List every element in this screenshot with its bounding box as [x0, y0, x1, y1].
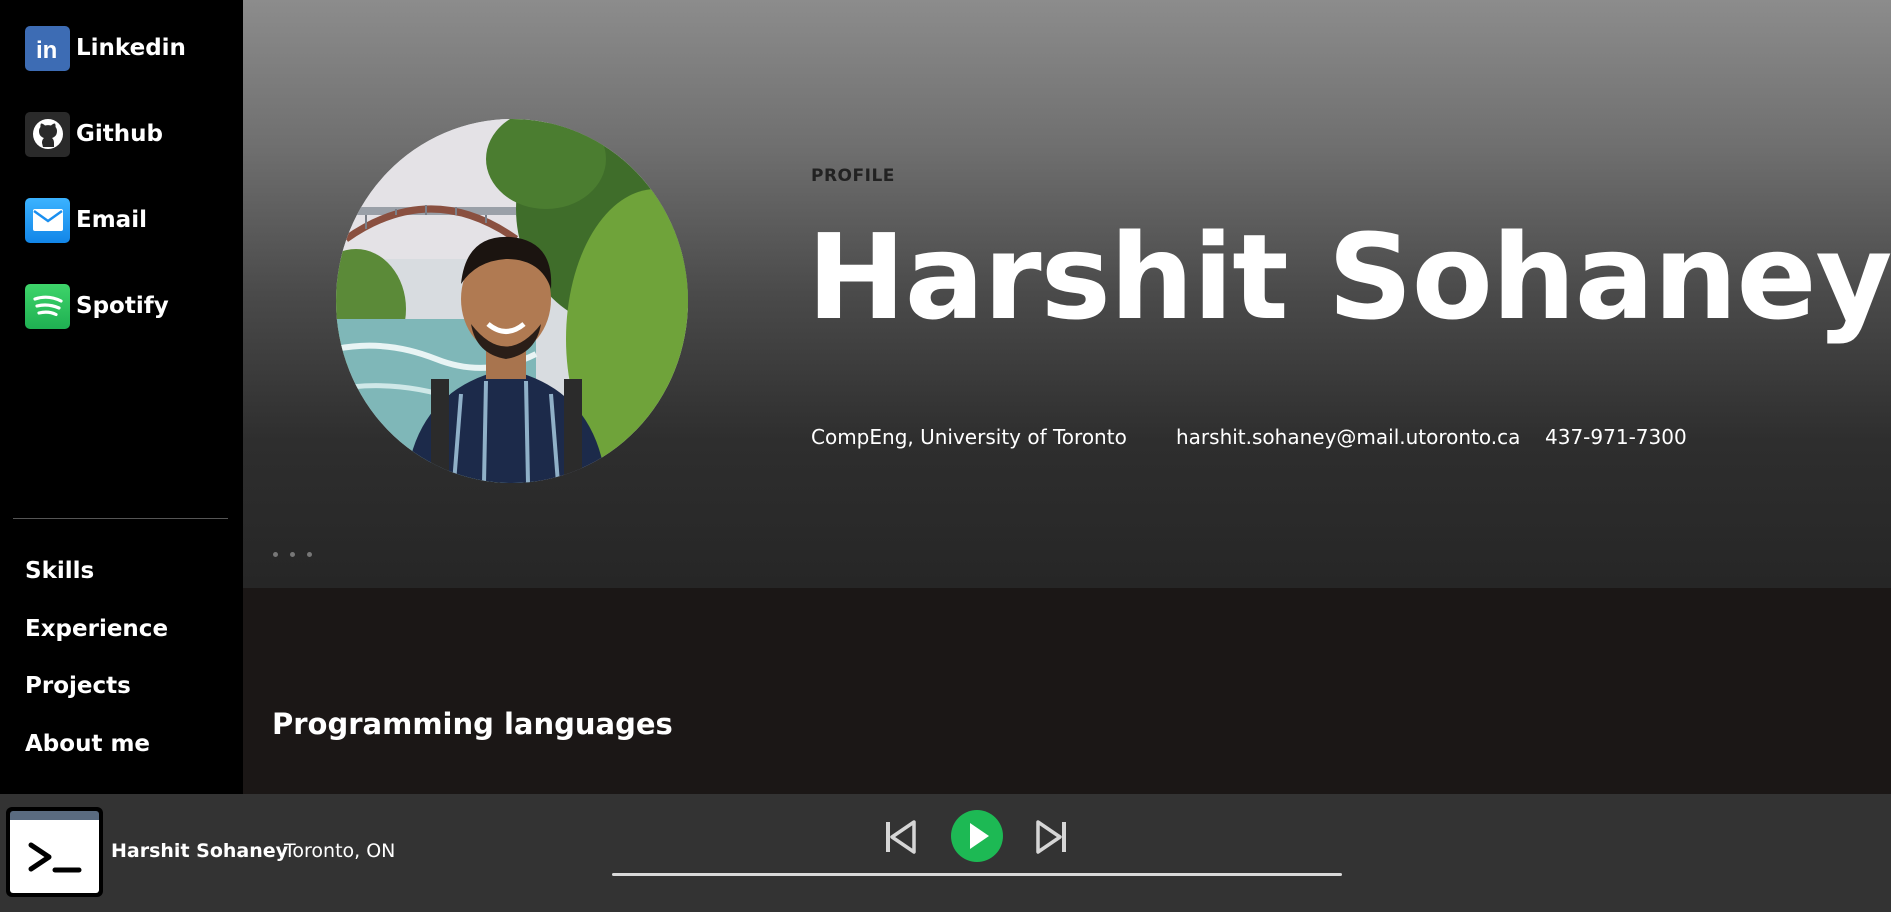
profile-email[interactable]: harshit.sohaney@mail.utoronto.ca: [1176, 425, 1520, 449]
terminal-icon: [28, 842, 81, 872]
nav-item-skills[interactable]: Skills: [25, 558, 94, 584]
main-content: Programming languages: [243, 588, 1891, 794]
section-title: Programming languages: [272, 707, 673, 741]
more-options-button[interactable]: [273, 552, 312, 557]
sidebar-divider: [13, 518, 228, 519]
progress-bar[interactable]: [612, 873, 1342, 876]
play-button[interactable]: [950, 809, 1004, 867]
profile-school: CompEng, University of Toronto: [811, 425, 1127, 449]
sidebar-link-label: Linkedin: [76, 35, 186, 61]
profile-eyebrow: PROFILE: [811, 166, 895, 186]
player-bar: Harshit Sohaney Toronto, ON: [0, 794, 1891, 912]
profile-header: PROFILE Harshit Sohaney CompEng, Univers…: [243, 0, 1891, 588]
linkedin-icon: in: [25, 25, 70, 71]
player-location: Toronto, ON: [284, 840, 396, 862]
sidebar-link-spotify[interactable]: Spotify: [25, 283, 169, 329]
previous-button[interactable]: [884, 819, 916, 859]
github-icon: [25, 111, 70, 157]
next-button[interactable]: [1036, 819, 1068, 859]
svg-text:in: in: [36, 37, 57, 63]
profile-name: Harshit Sohaney: [807, 208, 1891, 346]
sidebar-link-label: Spotify: [76, 293, 169, 319]
nav-item-experience[interactable]: Experience: [25, 616, 168, 642]
spotify-icon: [25, 283, 70, 329]
dot: [307, 552, 312, 557]
nav-item-about-me[interactable]: About me: [25, 731, 150, 757]
sidebar-link-label: Email: [76, 207, 147, 233]
sidebar-link-email[interactable]: Email: [25, 197, 147, 243]
dot: [273, 552, 278, 557]
skip-back-icon: [886, 820, 916, 854]
sidebar-link-linkedin[interactable]: in Linkedin: [25, 25, 186, 71]
sidebar-link-label: Github: [76, 121, 163, 147]
player-name: Harshit Sohaney: [111, 840, 289, 862]
mail-icon: [25, 197, 70, 243]
sidebar: in Linkedin Github Email Spotify Skills …: [0, 0, 243, 794]
play-icon: [951, 810, 1003, 862]
terminal-thumbnail: [6, 807, 103, 897]
profile-phone[interactable]: 437-971-7300: [1545, 425, 1687, 449]
nav-item-projects[interactable]: Projects: [25, 673, 131, 699]
profile-photo: [336, 119, 688, 483]
dot: [290, 552, 295, 557]
sidebar-link-github[interactable]: Github: [25, 111, 163, 157]
skip-forward-icon: [1036, 820, 1066, 854]
